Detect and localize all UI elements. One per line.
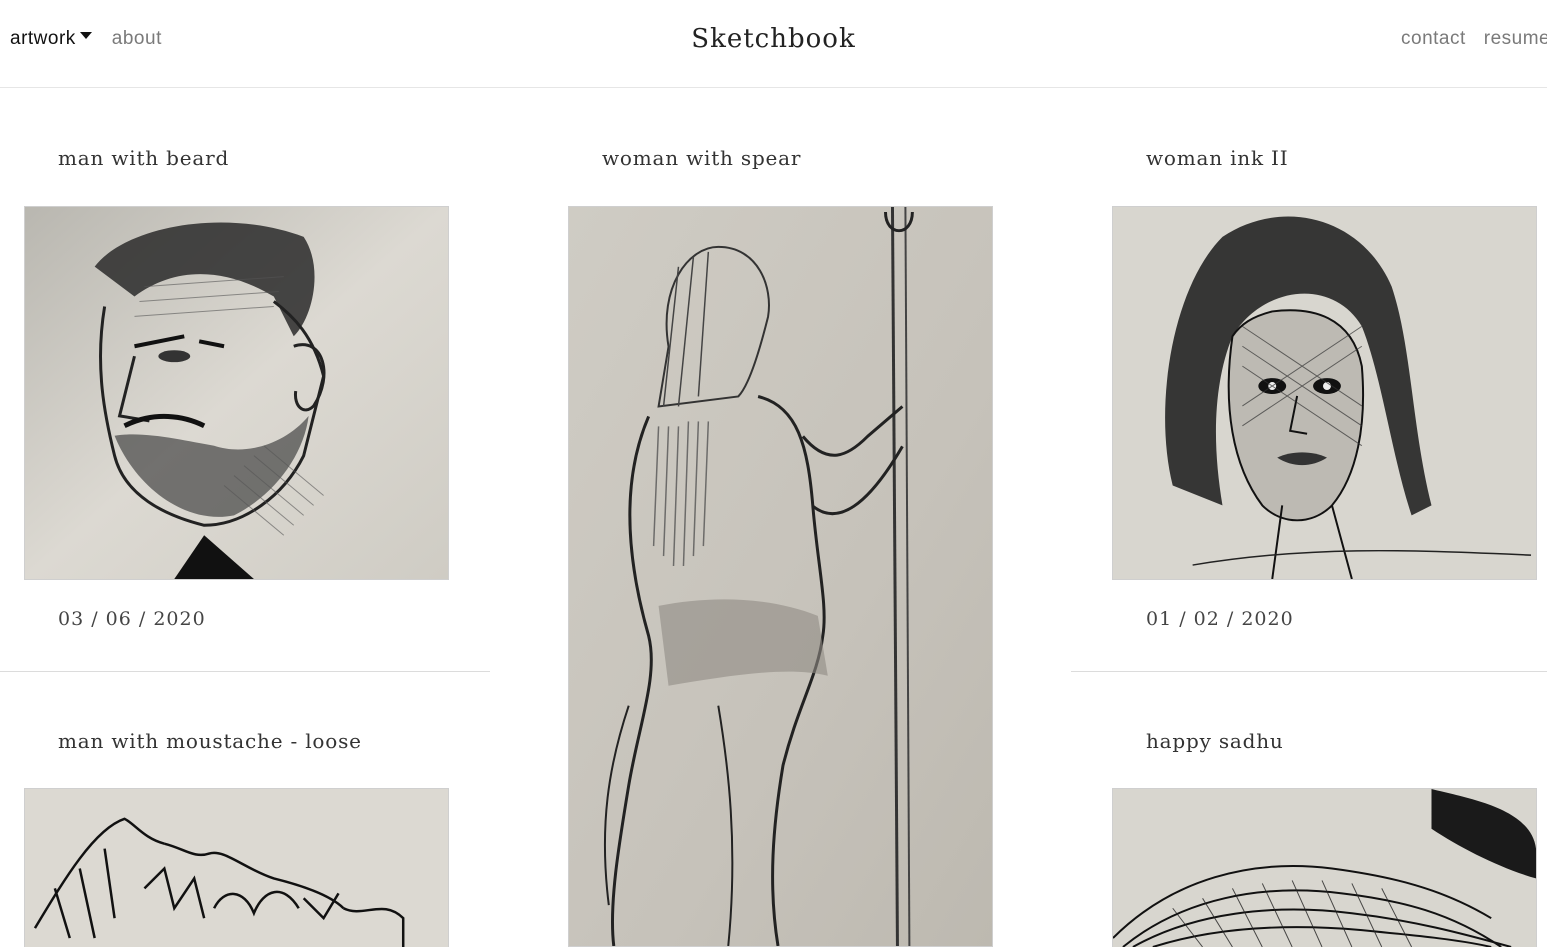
caret-down-icon: [79, 32, 92, 40]
card-date-woman-ink-ii: 01 / 02 / 2020: [1146, 608, 1294, 630]
artwork-image-man-with-moustache[interactable]: [24, 788, 449, 947]
artwork-label: artwork: [10, 28, 76, 49]
artwork-image-woman-ink-ii[interactable]: [1112, 206, 1537, 580]
artwork-image-man-with-beard[interactable]: [24, 206, 449, 580]
contact-link[interactable]: contact: [1401, 28, 1466, 49]
sketch-man-with-beard: [25, 207, 448, 579]
left-nav: artwork about: [10, 28, 162, 50]
artwork-dropdown[interactable]: artwork: [10, 28, 92, 50]
card-title-man-with-moustache[interactable]: man with moustache - loose: [58, 729, 362, 753]
card-title-woman-with-spear[interactable]: woman with spear: [602, 146, 801, 170]
sketch-woman-ink-ii: [1113, 207, 1536, 579]
card-divider-left: [0, 671, 490, 672]
artwork-image-happy-sadhu[interactable]: [1112, 788, 1537, 947]
artwork-image-woman-with-spear[interactable]: [568, 206, 993, 947]
brand-title[interactable]: Sketchbook: [691, 24, 855, 54]
resume-link[interactable]: resume: [1484, 28, 1547, 49]
card-title-woman-ink-ii[interactable]: woman ink II: [1146, 146, 1288, 170]
about-link[interactable]: about: [112, 28, 162, 50]
card-date-man-with-beard: 03 / 06 / 2020: [58, 608, 206, 630]
site-brand: Sketchbook: [0, 24, 1547, 54]
sketch-woman-with-spear: [569, 207, 992, 946]
sketch-man-with-moustache: [25, 789, 448, 947]
sketch-happy-sadhu: [1113, 789, 1536, 947]
right-nav: contact resume: [1401, 28, 1547, 50]
top-navbar: artwork about Sketchbook contact resume: [0, 0, 1547, 88]
card-title-man-with-beard[interactable]: man with beard: [58, 146, 229, 170]
card-title-happy-sadhu[interactable]: happy sadhu: [1146, 729, 1284, 753]
card-divider-right: [1071, 671, 1547, 672]
